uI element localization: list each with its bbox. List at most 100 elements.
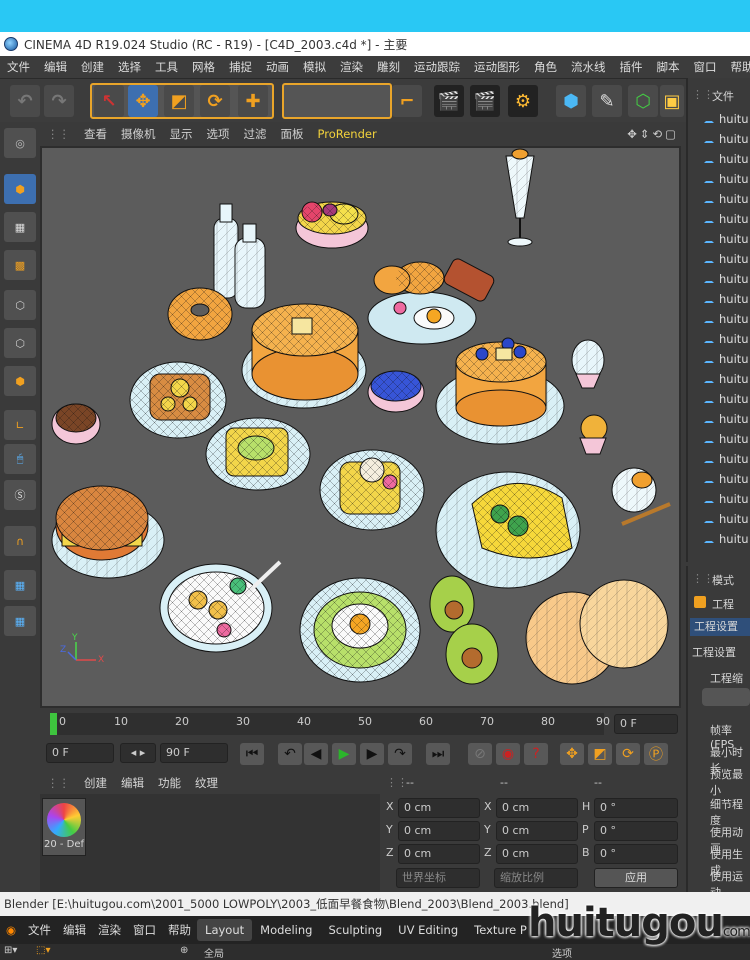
blender-menu-file[interactable]: 文件 xyxy=(22,922,57,938)
workspace-tab-modeling[interactable]: Modeling xyxy=(252,919,320,941)
3d-viewport[interactable]: X Y Z xyxy=(40,146,681,708)
planar-workplane-icon[interactable]: ▦ xyxy=(4,606,36,636)
blender-menu-help[interactable]: 帮助 xyxy=(162,922,197,938)
edges-mode-icon[interactable]: ⬡ xyxy=(4,328,36,358)
magnet-icon[interactable]: ∩ xyxy=(4,526,36,556)
object-row[interactable]: huitu xyxy=(704,372,749,386)
menu-plugins[interactable]: 插件 xyxy=(613,59,650,75)
workspace-tab-uv-editing[interactable]: UV Editing xyxy=(390,919,466,941)
blender-logo-icon[interactable]: ◉ xyxy=(0,923,22,937)
position-y-field[interactable]: 0 cm xyxy=(398,821,480,841)
object-row[interactable]: huitu xyxy=(704,232,749,246)
rotation-b-field[interactable]: 0 ° xyxy=(594,844,678,864)
go-to-start-icon[interactable]: ⏮ xyxy=(240,743,264,765)
viewport-nav-icons[interactable]: ✥⇕⟲▢ xyxy=(620,127,686,141)
menu-script[interactable]: 脚本 xyxy=(650,59,687,75)
object-row[interactable]: huitu xyxy=(704,352,749,366)
object-row[interactable]: huitu xyxy=(704,492,749,506)
menu-pipeline[interactable]: 流水线 xyxy=(564,59,613,75)
orientation-dropdown[interactable]: 全局 xyxy=(204,945,224,960)
menu-window[interactable]: 窗口 xyxy=(687,59,724,75)
menu-motion-tracking[interactable]: 运动跟踪 xyxy=(407,59,467,75)
menu-snap[interactable]: 捕捉 xyxy=(222,59,259,75)
material-tab-create[interactable]: 创建 xyxy=(77,775,114,791)
object-row[interactable]: huitu xyxy=(704,252,749,266)
object-row[interactable]: huitu xyxy=(704,112,749,126)
material-tab-texture[interactable]: 纹理 xyxy=(188,775,225,791)
menu-edit[interactable]: 编辑 xyxy=(37,59,74,75)
next-key-icon[interactable]: ↷ xyxy=(388,743,412,765)
go-to-end-icon[interactable]: ⏭ xyxy=(426,743,450,765)
render-settings-icon[interactable]: ⚙ xyxy=(508,85,538,117)
viewport-menu-panel[interactable]: 面板 xyxy=(274,126,311,142)
menu-simulate[interactable]: 模拟 xyxy=(296,59,333,75)
attributes-tab-mode[interactable]: 模式 xyxy=(712,572,734,588)
world-coords-dropdown[interactable]: 世界坐标 xyxy=(396,868,480,888)
render-picture-viewer-icon[interactable]: 🎬 xyxy=(470,85,500,117)
subdivision-icon[interactable]: ⬡ xyxy=(628,85,658,117)
object-row[interactable]: huitu xyxy=(704,432,749,446)
transform-icon[interactable]: ✚ xyxy=(238,85,268,117)
object-row[interactable]: huitu xyxy=(704,392,749,406)
viewport-menu-options[interactable]: 选项 xyxy=(200,126,237,142)
menu-file[interactable]: 文件 xyxy=(0,59,37,75)
record-disabled-icon[interactable]: ⊘ xyxy=(468,743,492,765)
timeline-ruler[interactable]: 0 10 20 30 40 50 60 70 80 90 0 F xyxy=(40,710,680,738)
move-icon[interactable]: ✥ xyxy=(128,85,158,117)
object-row[interactable]: huitu xyxy=(704,332,749,346)
blender-menu-window[interactable]: 窗口 xyxy=(127,922,162,938)
cube-primitive-icon[interactable]: ⬢ xyxy=(556,85,586,117)
menu-animate[interactable]: 动画 xyxy=(259,59,296,75)
previous-key-icon[interactable]: ↶ xyxy=(278,743,302,765)
object-row[interactable]: huitu xyxy=(704,272,749,286)
key-rotation-icon[interactable]: ⟳ xyxy=(616,743,640,765)
start-frame-field[interactable]: 0 F xyxy=(46,743,114,763)
key-position-icon[interactable]: ✥ xyxy=(560,743,584,765)
key-parameter-icon[interactable]: Ⓟ xyxy=(644,743,668,765)
size-x-field[interactable]: 0 cm xyxy=(496,798,578,818)
viewport-menu-cameras[interactable]: 摄像机 xyxy=(114,126,163,142)
workspace-tab-sculpting[interactable]: Sculpting xyxy=(320,919,390,941)
polygons-mode-icon[interactable]: ⬢ xyxy=(4,366,36,396)
menu-sculpt[interactable]: 雕刻 xyxy=(370,59,407,75)
project-scale-field[interactable] xyxy=(702,688,750,706)
object-row[interactable]: huitu xyxy=(704,192,749,206)
playhead-marker[interactable] xyxy=(50,713,57,735)
position-z-field[interactable]: 0 cm xyxy=(398,844,480,864)
frame-stepper[interactable]: ◂ ▸ xyxy=(120,743,156,763)
viewport-menu-view[interactable]: 查看 xyxy=(77,126,114,142)
menu-help[interactable]: 帮助 xyxy=(724,59,750,75)
menu-create[interactable]: 创建 xyxy=(74,59,111,75)
scale-mode-dropdown[interactable]: 缩放比例 xyxy=(494,868,578,888)
blender-menu-edit[interactable]: 编辑 xyxy=(57,922,92,938)
objects-tab-file[interactable]: 文件 xyxy=(712,88,734,104)
size-y-field[interactable]: 0 cm xyxy=(496,821,578,841)
key-scale-icon[interactable]: ◩ xyxy=(588,743,612,765)
scale-icon[interactable]: ◩ xyxy=(164,85,194,117)
viewport-menu-prorender[interactable]: ProRender xyxy=(311,127,384,141)
snap-icon[interactable]: Ⓢ xyxy=(4,480,36,510)
material-swatch[interactable]: 20 - Def xyxy=(42,798,86,856)
object-row[interactable]: huitu xyxy=(704,312,749,326)
blender-menu-render[interactable]: 渲染 xyxy=(92,922,127,938)
generator-icon[interactable]: ▣ xyxy=(660,85,684,117)
previous-frame-icon[interactable]: ◀ xyxy=(304,743,328,765)
current-frame-field[interactable]: 0 F xyxy=(614,714,678,734)
object-row[interactable]: huitu xyxy=(704,532,749,546)
viewport-menu-display[interactable]: 显示 xyxy=(163,126,200,142)
workplane-mode-icon[interactable]: ▩ xyxy=(4,250,36,280)
workspace-tab-layout[interactable]: Layout xyxy=(197,919,253,941)
material-tab-edit[interactable]: 编辑 xyxy=(114,775,151,791)
play-icon[interactable]: ▶ xyxy=(332,743,356,765)
end-frame-field[interactable]: 90 F xyxy=(160,743,228,763)
menu-mesh[interactable]: 网格 xyxy=(185,59,222,75)
menu-tools[interactable]: 工具 xyxy=(148,59,185,75)
options-dropdown[interactable]: 选项 xyxy=(552,945,572,960)
position-x-field[interactable]: 0 cm xyxy=(398,798,480,818)
texture-mode-icon[interactable]: ▦ xyxy=(4,212,36,242)
frame-ruler[interactable]: 0 10 20 30 40 50 60 70 80 90 xyxy=(50,713,610,735)
object-row[interactable]: huitu xyxy=(704,172,749,186)
editor-type-icon[interactable]: ⊞▾ xyxy=(4,945,17,956)
object-row[interactable]: huitu xyxy=(704,292,749,306)
menu-character[interactable]: 角色 xyxy=(527,59,564,75)
